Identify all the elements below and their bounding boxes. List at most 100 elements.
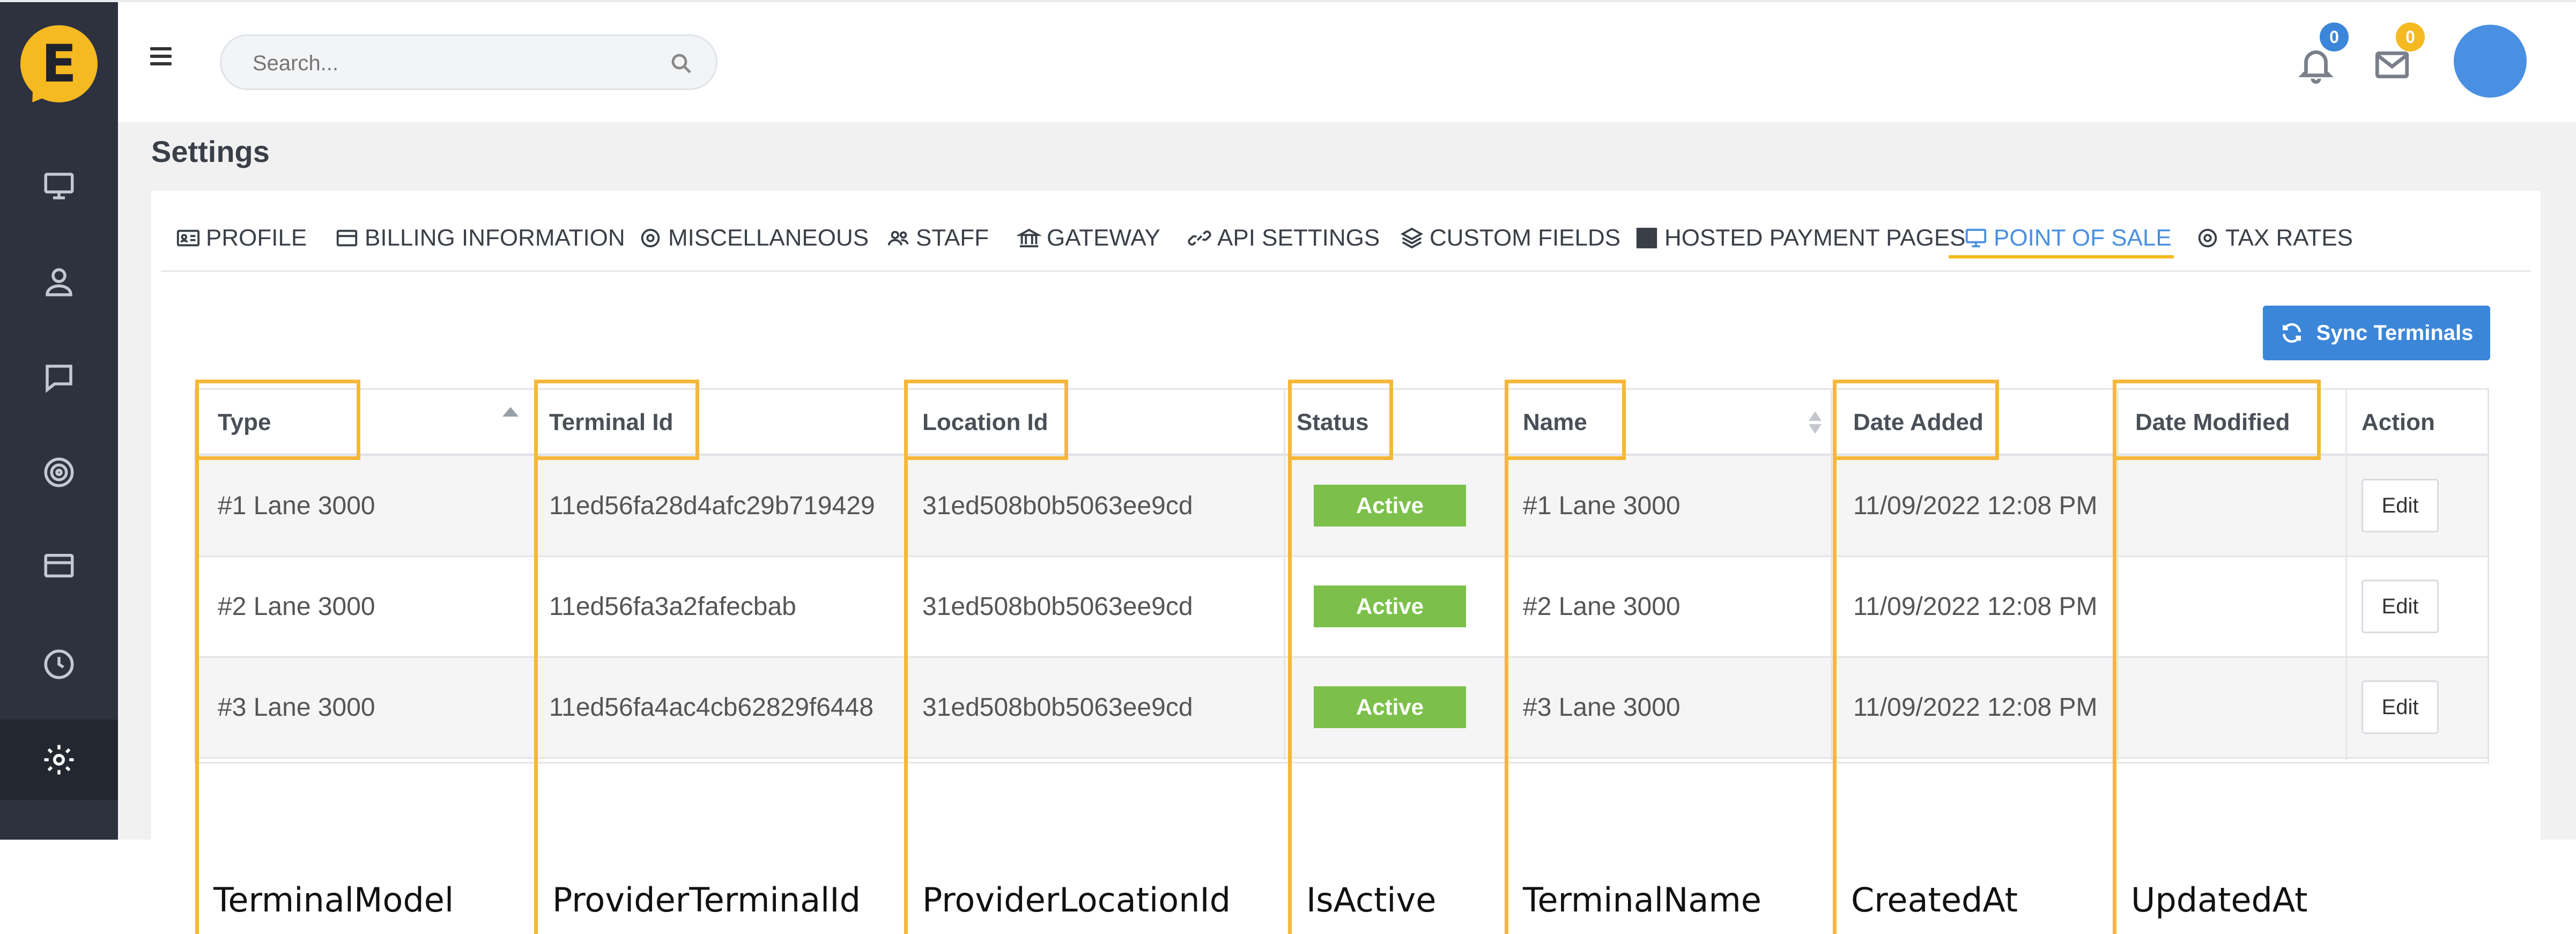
annotation-label: ProviderLocationId — [922, 880, 1231, 920]
sidebar-item-settings[interactable] — [0, 720, 118, 800]
page-title: Settings — [151, 135, 270, 168]
hamburger-menu-icon[interactable] — [150, 47, 174, 71]
gear-icon — [641, 228, 660, 248]
user-icon — [46, 268, 72, 296]
tab-gateway[interactable]: GATEWAY — [1017, 219, 1160, 257]
annotation-label: UpdatedAt — [2131, 880, 2308, 920]
cell-type: #3 Lane 3000 — [218, 693, 375, 722]
sync-terminals-label: Sync Terminals — [2316, 321, 2474, 345]
id-card-icon — [176, 229, 200, 247]
tab-label: TAX RATES — [2225, 225, 2353, 251]
sidebar-item-targets[interactable] — [0, 432, 118, 513]
layers-icon — [1400, 227, 1424, 249]
credit-card-icon — [44, 554, 74, 577]
chat-icon — [46, 365, 72, 393]
highlight-type — [195, 380, 360, 460]
target-icon — [44, 457, 74, 487]
users-icon — [887, 231, 909, 246]
status-badge: Active — [1314, 485, 1466, 527]
annotation-label: TerminalModel — [213, 880, 454, 920]
sort-icon[interactable] — [1807, 410, 1823, 435]
sidebar-item-dashboard[interactable] — [0, 146, 118, 226]
sidebar-item-users[interactable] — [0, 241, 118, 322]
tabs-divider — [161, 270, 2531, 272]
highlight-date-modified — [2113, 380, 2321, 460]
tab-tax-rates[interactable]: TAX RATES — [2195, 219, 2353, 257]
cell-action: Edit — [2362, 456, 2439, 555]
cell-action: Edit — [2362, 657, 2439, 757]
tab-profile[interactable]: PROFILE — [176, 219, 307, 257]
annotation-label: ProviderTerminalId — [552, 880, 861, 920]
row-divider — [196, 757, 2488, 759]
sidebar-item-payments[interactable] — [0, 525, 118, 606]
tab-label: API SETTINGS — [1217, 225, 1380, 251]
tab-label: GATEWAY — [1047, 225, 1160, 251]
cell-date-added: 11/09/2022 12:08 PM — [1853, 693, 2098, 722]
cell-type: #1 Lane 3000 — [218, 491, 375, 520]
tab-label: PROFILE — [206, 225, 307, 251]
tab-label: CUSTOM FIELDS — [1430, 225, 1621, 251]
cell-status: Active — [1314, 456, 1466, 555]
sort-ascending-icon[interactable] — [501, 405, 520, 418]
cell-action: Edit — [2362, 557, 2439, 656]
annotation-label: CreatedAt — [1851, 880, 2018, 920]
cell-type: #2 Lane 3000 — [218, 592, 375, 621]
column-header-action: Action — [2362, 409, 2435, 435]
tab-api-settings[interactable]: API SETTINGS — [1187, 219, 1380, 257]
tab-staff[interactable]: STAFF — [886, 219, 989, 257]
logo-letter: E — [41, 34, 77, 94]
connector-line — [534, 459, 538, 934]
mail-icon — [2375, 51, 2409, 78]
active-tab-indicator — [1949, 255, 2174, 258]
column-divider — [1284, 390, 1285, 760]
tab-point-of-sale[interactable]: POINT OF SALE — [1964, 219, 2172, 257]
connector-line — [1288, 459, 1292, 934]
tab-hosted-payment-pages[interactable]: HOSTED PAYMENT PAGES — [1634, 219, 1966, 257]
cell-name: #3 Lane 3000 — [1523, 693, 1681, 722]
connector-line — [904, 459, 908, 934]
monitor-icon — [44, 173, 74, 199]
bank-icon — [1017, 228, 1041, 248]
edit-button[interactable]: Edit — [2362, 680, 2439, 734]
cell-status: Active — [1314, 557, 1466, 656]
credit-card-icon — [336, 229, 358, 247]
edit-button[interactable]: Edit — [2362, 479, 2439, 532]
gear-icon — [44, 745, 74, 775]
status-badge: Active — [1314, 585, 1466, 627]
sidebar-item-messages[interactable] — [0, 338, 118, 418]
avatar[interactable] — [2454, 25, 2527, 98]
cell-status: Active — [1314, 657, 1466, 757]
tab-label: BILLING INFORMATION — [365, 225, 625, 251]
highlight-status — [1288, 380, 1393, 460]
annotation-label: TerminalName — [1523, 880, 1761, 920]
tab-label: STAFF — [916, 225, 989, 251]
search-input[interactable] — [251, 47, 661, 80]
cell-location-id: 31ed508b0b5063ee9cd — [922, 693, 1193, 722]
cell-location-id: 31ed508b0b5063ee9cd — [922, 491, 1193, 520]
grid-icon — [1636, 227, 1657, 249]
messages-button[interactable] — [2372, 45, 2412, 87]
monitor-icon — [1965, 228, 1987, 248]
connector-line — [1505, 459, 1508, 934]
sync-terminals-button[interactable]: Sync Terminals — [2263, 306, 2490, 360]
tab-miscellaneous[interactable]: MISCELLANEOUS — [638, 219, 869, 257]
connector-line — [195, 459, 199, 934]
sync-icon — [2282, 323, 2301, 343]
cell-name: #1 Lane 3000 — [1523, 491, 1681, 520]
tab-custom-fields[interactable]: CUSTOM FIELDS — [1400, 219, 1620, 257]
cell-terminal-id: 11ed56fa3a2fafecbab — [549, 592, 796, 621]
search-icon[interactable] — [669, 51, 694, 77]
tab-label: MISCELLANEOUS — [668, 225, 869, 251]
tab-billing-information[interactable]: BILLING INFORMATION — [335, 219, 625, 257]
search-box — [220, 34, 717, 90]
cell-name: #2 Lane 3000 — [1523, 592, 1681, 621]
edit-button[interactable]: Edit — [2362, 580, 2439, 633]
link-icon — [1188, 231, 1211, 246]
highlight-date-added — [1833, 380, 1999, 460]
cell-terminal-id: 11ed56fa4ac4cb62829f6448 — [549, 693, 874, 722]
cell-location-id: 31ed508b0b5063ee9cd — [922, 592, 1193, 621]
sidebar-item-history[interactable] — [0, 624, 118, 705]
highlight-location-id — [904, 380, 1068, 460]
messages-badge: 0 — [2396, 23, 2425, 51]
connector-line — [1833, 459, 1837, 934]
